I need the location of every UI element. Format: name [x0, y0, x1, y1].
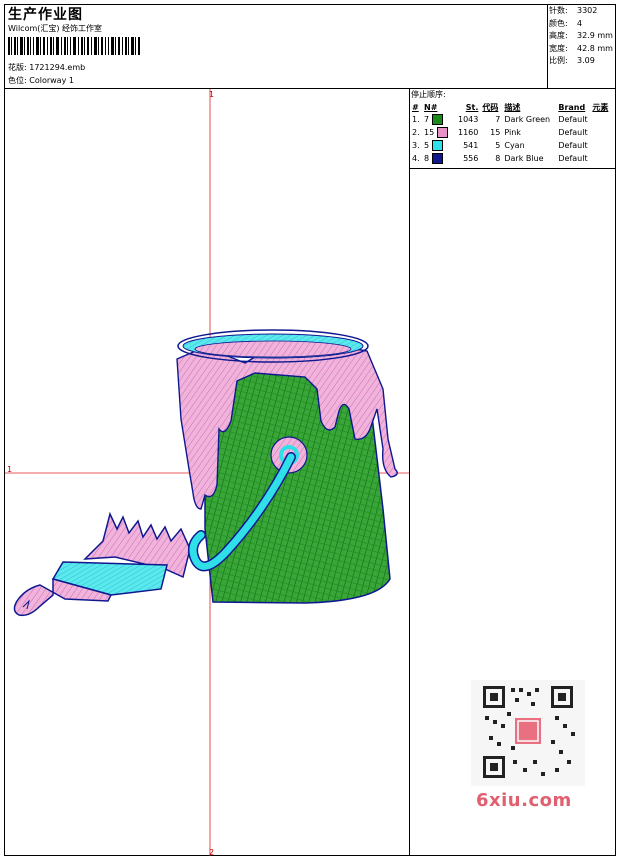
color-swatch [431, 140, 443, 151]
colorway-value: Colorway 1 [29, 76, 74, 85]
row-brand: Default [558, 154, 588, 163]
color-swatch [431, 153, 443, 164]
col-header-description: 描述 [504, 102, 521, 112]
row-code: 5 [495, 141, 501, 150]
row-stitches: 556 [463, 154, 479, 163]
row-stitches: 541 [463, 141, 479, 150]
table-row: 1. 7 1043 7 Dark Green Default [410, 113, 610, 126]
row-needle-number: 15 [424, 128, 435, 137]
row-code: 15 [490, 128, 501, 137]
ratio-label: 比例: [549, 56, 568, 65]
row-description: Dark Green [504, 115, 551, 124]
table-header-row: # N# St. 代码 描述 Brand 元素 [410, 101, 610, 113]
design-value: 1721294.emb [29, 63, 86, 72]
row-needle: 8 [422, 152, 456, 165]
qr-code-icon [471, 680, 585, 786]
row-description: Pink [504, 128, 521, 137]
row-code: 7 [495, 115, 501, 124]
col-header-index: # [412, 102, 419, 112]
watermark-site: 6xiu.com [476, 790, 572, 811]
row-brand: Default [558, 128, 588, 137]
row-element [590, 113, 610, 126]
color-swatch [431, 114, 443, 125]
ratio-value: 3.09 [577, 56, 595, 65]
row-code: 8 [495, 154, 501, 163]
col-header-stitches: St. [465, 102, 479, 112]
stop-sequence-title: 停止顺序: [411, 90, 446, 99]
row-description: Dark Blue [504, 154, 544, 163]
row-element [590, 139, 610, 152]
color-swatch [436, 127, 448, 138]
col-header-brand: Brand [558, 102, 586, 112]
row-description: Cyan [504, 141, 525, 150]
colorway-label: 色位: [8, 76, 27, 85]
design-file-line: 花版: 1721294.emb [8, 62, 85, 73]
axis-bottom-label: 2 [209, 848, 215, 857]
width-value: 42.8 mm [577, 43, 613, 53]
row-index: 4. [412, 154, 420, 163]
design-stats: 针数: 3302 颜色: 4 高度: 32.9 mm 宽度: 42.8 mm 比例: 3.… [549, 5, 613, 68]
row-needle: 7 [422, 113, 456, 126]
row-needle: 15 [422, 126, 456, 139]
paint-brush-embroidery [13, 511, 191, 617]
paint-bucket-embroidery [176, 329, 398, 604]
stitches-label: 针数: [549, 6, 568, 15]
col-header-needle: N# [424, 102, 438, 112]
stats-divider [547, 4, 548, 88]
col-header-element: 元素 [592, 102, 609, 112]
sidebar-divider [409, 88, 410, 856]
barcode-icon [8, 37, 140, 55]
stitches-value: 3302 [577, 6, 598, 15]
row-stitches: 1043 [458, 115, 479, 124]
row-brand: Default [558, 141, 588, 150]
colors-label: 颜色: [549, 18, 568, 28]
col-header-code: 代码 [482, 102, 499, 112]
stop-sequence-table: # N# St. 代码 描述 Brand 元素 1. 7 1043 7 Dark… [410, 101, 610, 165]
axis-left-label: 1 [7, 465, 13, 474]
colors-value: 4 [577, 18, 583, 28]
table-row: 2. 15 1160 15 Pink Default [410, 126, 610, 139]
row-element [590, 126, 610, 139]
design-label: 花版: [8, 63, 27, 72]
row-index: 2. [412, 128, 420, 137]
page-title: 生产作业图 [8, 7, 83, 23]
axis-top-label: 1 [209, 90, 215, 99]
table-row: 4. 8 556 8 Dark Blue Default [410, 152, 610, 165]
row-needle-number: 5 [424, 141, 430, 150]
row-needle-number: 7 [424, 115, 430, 124]
company-name: Wilcom(汇宝) 经饰工作室 [8, 24, 103, 33]
row-index: 3. [412, 141, 420, 150]
row-brand: Default [558, 115, 588, 124]
row-element [590, 152, 610, 165]
row-needle-number: 8 [424, 154, 430, 163]
row-needle: 5 [422, 139, 456, 152]
table-divider [409, 168, 616, 169]
row-stitches: 1160 [458, 128, 479, 137]
row-index: 1. [412, 115, 420, 124]
height-value: 32.9 mm [577, 31, 613, 40]
colorway-line: 色位: Colorway 1 [8, 75, 74, 86]
width-label: 宽度: [549, 43, 568, 53]
table-row: 3. 5 541 5 Cyan Default [410, 139, 610, 152]
height-label: 高度: [549, 31, 568, 40]
design-preview [5, 89, 409, 856]
